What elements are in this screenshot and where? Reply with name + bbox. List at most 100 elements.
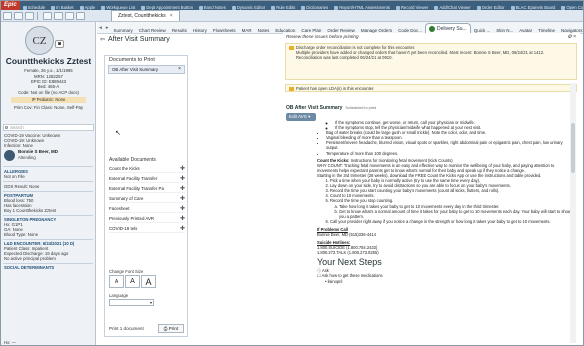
available-document-item[interactable]: Count the Kicks ✚ [109,165,185,173]
encounter-section[interactable]: L&D ENCOUNTER: 6/24/2021 (10 D) Patient … [4,241,92,261]
activity-tab[interactable]: Avatar [516,28,535,33]
preview-scrollbar[interactable] [570,83,576,343]
toolbar-item[interactable]: Add/Chat Viewer [431,3,473,10]
toolbar-item[interactable]: Dept Appointment Button [138,3,196,10]
font-large-button[interactable]: A [141,275,156,288]
toolbar-item[interactable]: Dictionaries [298,3,331,10]
activity-tab[interactable]: MAR [239,28,255,33]
activity-tab-label: Flowsheets [212,27,236,33]
patient-name[interactable]: Countthekicks Zztest [1,56,95,66]
toolbar-item[interactable]: BLAC Epanets Board [508,3,559,10]
activity-tab[interactable]: Delivery Su... [424,22,471,33]
back-icon[interactable] [14,11,23,20]
back-arrow-icon[interactable]: ⇦ [97,36,105,43]
patient-workspace-tab[interactable]: Zztest, Countthekicks × [111,10,180,21]
available-document-label: Summary of Care [109,196,144,201]
activity-tab[interactable]: Flowsheets [210,28,239,33]
pediatric-flag: IP Pediatric: None [11,97,86,103]
sidebar-search-input[interactable]: Search [3,124,94,131]
add-document-icon[interactable]: ✚ [180,185,185,193]
toolbar-item[interactable]: Bond Notes [196,3,229,10]
edit-avs-button[interactable]: Edit AVS ▾ [286,113,316,121]
activity-tab-label: History [192,27,207,33]
font-size-buttons: A A A [109,275,156,288]
documents-panel: Documents to Print OB After Visit Summar… [104,55,188,337]
font-small-button[interactable]: A [109,275,124,288]
toolbar-item[interactable]: Report/HTML Assessments [331,3,393,10]
toolbar-item-icon [51,5,56,10]
activity-tab[interactable]: Code Doc... [395,28,425,33]
avatar[interactable]: CZ [25,26,54,55]
reconciliation-warning[interactable]: Discharge order reconciliation is not co… [285,43,577,80]
toolbar-item[interactable]: Apple [77,3,99,10]
patient-sidebar: CZ ◙ Countthekicks Zztest Female, 26 y.o… [1,22,96,345]
activity-tab-label: Care Plan [301,27,322,33]
home-icon[interactable] [3,11,12,20]
activity-tab[interactable]: Navigators [558,28,583,33]
toolbar-item[interactable]: Open Coder [558,3,583,10]
toolbar-item[interactable]: Record Viewer [393,3,431,10]
toolbar-item[interactable]: In Basket [48,3,76,10]
scrollbar-thumb[interactable] [571,123,575,173]
camera-icon[interactable]: ◙ [55,40,64,48]
activity-tab[interactable]: Results [169,28,190,33]
toolbar-item[interactable]: Dynamic Editor [229,3,268,10]
activity-tab[interactable]: Skin N... [493,28,516,33]
toolbar-item[interactable]: Schedule [20,3,48,10]
activity-tab[interactable]: Timeline [535,28,558,33]
care-team-member[interactable]: Bonnie S Beer, MD Attending [4,148,94,164]
chevron-right-icon[interactable]: ▸ [104,25,111,31]
available-document-item[interactable]: External Facility Transfer Pa ✚ [109,185,185,193]
available-document-item[interactable]: Previously Printed AVR ✚ [109,215,185,223]
add-document-icon[interactable]: ✚ [180,205,185,213]
print-icon[interactable] [43,11,52,20]
lda-warning[interactable]: Patient has open LDA(s) in this encounte… [285,84,577,92]
close-icon[interactable]: × [170,11,173,21]
epic-logo[interactable]: Epic [1,1,20,10]
postpartum-section[interactable]: POSTPARTUM Blood loss: 750 Has laceratio… [4,193,92,213]
font-medium-button[interactable]: A [125,275,140,288]
toolbar-item-icon [198,5,203,10]
selected-document[interactable]: OB After Visit Summary × [108,65,185,74]
sidebar-footer: Hx: — [4,340,16,345]
social-determinants-section[interactable]: SOCIAL DETERMINANTS [4,265,92,270]
add-document-icon[interactable]: ✚ [180,225,185,233]
add-document-icon[interactable]: ✚ [180,215,185,223]
toolbar-item-label: Add/Chat Viewer [439,5,471,10]
activity-tab[interactable]: Summary [111,28,136,33]
activity-tab[interactable]: Education [272,28,298,33]
baby-link[interactable]: Boy 1 Countthekicks Zztest [4,208,92,213]
available-document-item[interactable]: Facesheet ✚ [109,205,185,213]
toolbar-item[interactable]: Rule Edits [268,3,298,10]
toolbar-item-icon [476,5,481,10]
toolbar-item[interactable]: Order Editor [474,3,508,10]
available-document-item[interactable]: Summary of Care ✚ [109,195,185,203]
allergies-section[interactable]: ALLERGIES Not on File [4,169,92,179]
remove-document-icon[interactable]: × [178,66,181,73]
available-document-item[interactable]: External Facility Transfer ✚ [109,175,185,183]
toolbar-item[interactable]: Workqueue List [98,3,138,10]
activity-tab[interactable]: Manage Orders [358,28,395,33]
add-document-icon[interactable]: ✚ [180,175,185,183]
chevron-left-icon[interactable]: ◂ [97,25,104,31]
activity-tab[interactable]: History [190,28,210,33]
patient-demographics: Female, 26 y.o., 1/1/1995 [24,68,73,73]
refresh-icon[interactable] [54,11,63,20]
available-document-item[interactable]: COVID-19 tels ✚ [109,225,185,233]
activity-tab[interactable]: Quick ... [471,28,494,33]
forward-icon[interactable] [25,11,34,20]
activity-tab[interactable]: Notes [255,28,273,33]
language-select[interactable]: ▾ [109,299,154,306]
print-button[interactable]: ⎙ Print [158,324,184,333]
add-document-icon[interactable]: ✚ [180,195,185,203]
lock-icon[interactable] [65,11,74,20]
activity-tab[interactable]: Order Review [324,28,358,33]
pregnancy-section[interactable]: SINGLETON PREGNANCY Hx: G1P1 GA: None Bl… [4,217,92,237]
menu-icon[interactable] [76,11,85,20]
activity-tab[interactable]: Chart Review [136,28,169,33]
activity-tab-label: Quick ... [473,27,491,33]
activity-tab[interactable]: Care Plan [298,28,324,33]
coverage-info[interactable]: Prim Cov: Fin Class: None, Self-Pay [1,105,95,110]
settings-close-icons[interactable]: ⚙ × [567,34,576,40]
add-document-icon[interactable]: ✚ [180,165,185,173]
